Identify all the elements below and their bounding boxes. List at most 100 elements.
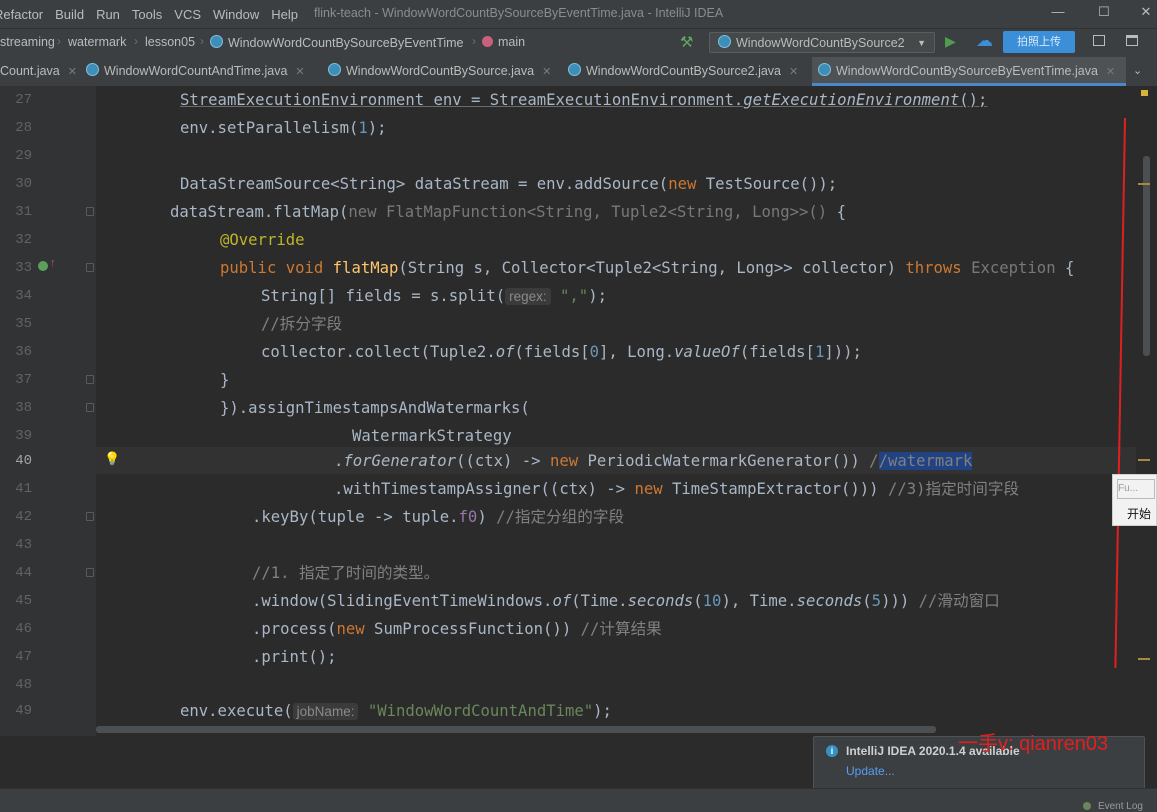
event-log-button[interactable]: Event Log [1098, 801, 1143, 812]
vertical-scroll-thumb[interactable] [1143, 156, 1150, 356]
maximize-button[interactable]: ☐ [1094, 4, 1114, 22]
code-text[interactable]: StreamExecutionEnvironment env = StreamE… [180, 86, 987, 114]
tab-window-word-count-by-source-by-event-time[interactable]: WindowWordCountBySourceByEventTime.java ✕ [812, 57, 1126, 86]
fold-marker-icon[interactable] [86, 512, 94, 521]
menu-refactor[interactable]: Refactor [0, 7, 49, 22]
class-icon [568, 63, 581, 76]
hammer-icon[interactable]: ⚒ [680, 33, 693, 51]
update-link[interactable]: Update... [846, 764, 895, 778]
line-number: 33 [15, 260, 32, 276]
run-icon[interactable]: ▶ [945, 33, 956, 50]
code-line: 41 .withTimestampAssigner((ctx) -> new T… [0, 475, 1157, 503]
upload-button[interactable]: 拍照上传 [1003, 31, 1075, 53]
code-text[interactable]: }).assignTimestampsAndWatermarks( [220, 394, 530, 422]
code-editor[interactable]: 27 StreamExecutionEnvironment env = Stre… [0, 86, 1157, 736]
class-icon [818, 63, 831, 76]
code-text[interactable]: .process(new SumProcessFunction()) //计算结… [252, 615, 662, 643]
code-text[interactable]: WatermarkStrategy [352, 422, 512, 450]
popup-start-button[interactable]: 开始 [1127, 505, 1151, 522]
tab-window-word-count-and-time[interactable]: WindowWordCountAndTime.java ✕ [86, 57, 318, 86]
menu-tools[interactable]: Tools [126, 7, 168, 22]
line-number: 34 [15, 288, 32, 304]
code-line: 39 WatermarkStrategy [0, 422, 1157, 450]
code-text[interactable]: DataStreamSource<String> dataStream = en… [180, 170, 837, 198]
code-line: 45 .window(SlidingEventTimeWindows.of(Ti… [0, 587, 1157, 615]
screen-icon[interactable] [1093, 35, 1105, 46]
tab-window-word-count-by-source[interactable]: WindowWordCountBySource.java ✕ [328, 57, 560, 86]
line-number: 44 [15, 565, 32, 581]
code-comment[interactable]: //拆分字段 [261, 310, 342, 338]
error-stripe-marker[interactable] [1138, 658, 1150, 660]
fold-marker-icon[interactable] [86, 375, 94, 384]
code-text[interactable]: @Override [220, 226, 305, 254]
close-icon[interactable]: ✕ [1106, 66, 1115, 78]
lightbulb-icon[interactable]: 💡 [104, 451, 120, 467]
breadcrumb-separator: › [134, 34, 138, 48]
code-text[interactable]: .window(SlidingEventTimeWindows.of(Time.… [252, 587, 1000, 615]
line-number: 29 [15, 148, 32, 164]
close-icon[interactable]: ✕ [789, 66, 798, 78]
line-number: 30 [15, 176, 32, 192]
error-stripe-marker[interactable] [1138, 459, 1150, 461]
line-number: 46 [15, 621, 32, 637]
horizontal-scrollbar[interactable] [96, 726, 936, 733]
close-icon[interactable]: ✕ [68, 66, 77, 78]
code-text[interactable]: env.setParallelism(1); [180, 114, 387, 142]
code-text[interactable]: .forGenerator((ctx) -> new PeriodicWater… [334, 447, 973, 475]
code-text[interactable]: public void flatMap(String s, Collector<… [220, 254, 1074, 282]
code-text[interactable]: .print(); [252, 643, 337, 671]
override-method-icon[interactable] [38, 261, 48, 271]
breadcrumb-method[interactable]: main [482, 35, 525, 49]
fold-marker-icon[interactable] [86, 207, 94, 216]
line-number: 35 [15, 316, 32, 332]
window-icon[interactable] [1126, 35, 1138, 46]
error-stripe-marker[interactable] [1138, 183, 1150, 185]
minimize-button[interactable]: — [1048, 4, 1068, 22]
fold-marker-icon[interactable] [86, 263, 94, 272]
tab-label: WindowWordCountBySource2.java [586, 64, 782, 78]
override-arrow-icon: ↑ [50, 257, 56, 269]
code-text[interactable]: collector.collect(Tuple2.of(fields[0], L… [261, 338, 862, 366]
code-text[interactable]: } [220, 366, 229, 394]
code-text[interactable]: env.execute(jobName: "WindowWordCountAnd… [180, 697, 612, 726]
cloud-icon[interactable]: ☁ [976, 31, 993, 51]
line-number: 38 [15, 400, 32, 416]
breadcrumb-streaming[interactable]: streaming [0, 35, 55, 49]
code-comment[interactable]: //1. 指定了时间的类型。 [252, 559, 439, 587]
close-icon[interactable]: ✕ [542, 66, 551, 78]
tab-window-word-count-by-source2[interactable]: WindowWordCountBySource2.java ✕ [568, 57, 808, 86]
code-text[interactable]: String[] fields = s.split(regex: ","); [261, 282, 607, 311]
menu-window[interactable]: Window [207, 7, 265, 22]
code-line: 46 .process(new SumProcessFunction()) //… [0, 615, 1157, 643]
tab-count[interactable]: Count.java ✕ [0, 57, 84, 86]
run-configuration-select[interactable]: WindowWordCountBySource2 ▼ [709, 32, 935, 53]
line-number: 40 [15, 453, 32, 469]
chevron-down-icon[interactable]: ⌄ [1133, 64, 1142, 77]
menu-run[interactable]: Run [90, 7, 126, 22]
warning-marker[interactable] [1141, 90, 1148, 96]
popup-input[interactable]: Fu... [1117, 479, 1155, 499]
breadcrumb-class[interactable]: WindowWordCountBySourceByEventTime [210, 35, 464, 50]
close-icon[interactable]: ✕ [295, 66, 304, 78]
breadcrumb-lesson05[interactable]: lesson05 [145, 35, 195, 49]
menu-help[interactable]: Help [265, 7, 304, 22]
close-button[interactable]: ✕ [1136, 4, 1156, 22]
line-number: 41 [15, 481, 32, 497]
tab-label: WindowWordCountBySource.java [346, 64, 535, 78]
code-line: 35 //拆分字段 [0, 310, 1157, 338]
fold-marker-icon[interactable] [86, 568, 94, 577]
breadcrumb-watermark[interactable]: watermark [68, 35, 126, 49]
code-line: 43 [0, 531, 1157, 559]
window-title: flink-teach - WindowWordCountBySourceByE… [314, 6, 724, 20]
code-text[interactable]: dataStream.flatMap(new FlatMapFunction<S… [170, 198, 846, 226]
status-bar: Event Log [0, 788, 1157, 812]
menu-build[interactable]: Build [49, 7, 90, 22]
main-menu: Refactor Build Run Tools VCS Window Help [0, 0, 304, 28]
menu-vcs[interactable]: VCS [168, 7, 207, 22]
code-text[interactable]: .withTimestampAssigner((ctx) -> new Time… [334, 475, 1019, 503]
fold-marker-icon[interactable] [86, 403, 94, 412]
code-line: 47 .print(); [0, 643, 1157, 671]
code-line: 36 collector.collect(Tuple2.of(fields[0]… [0, 338, 1157, 366]
code-text[interactable]: .keyBy(tuple -> tuple.f0) //指定分组的字段 [252, 503, 624, 531]
side-popup[interactable]: Fu... 开始 [1112, 474, 1157, 526]
